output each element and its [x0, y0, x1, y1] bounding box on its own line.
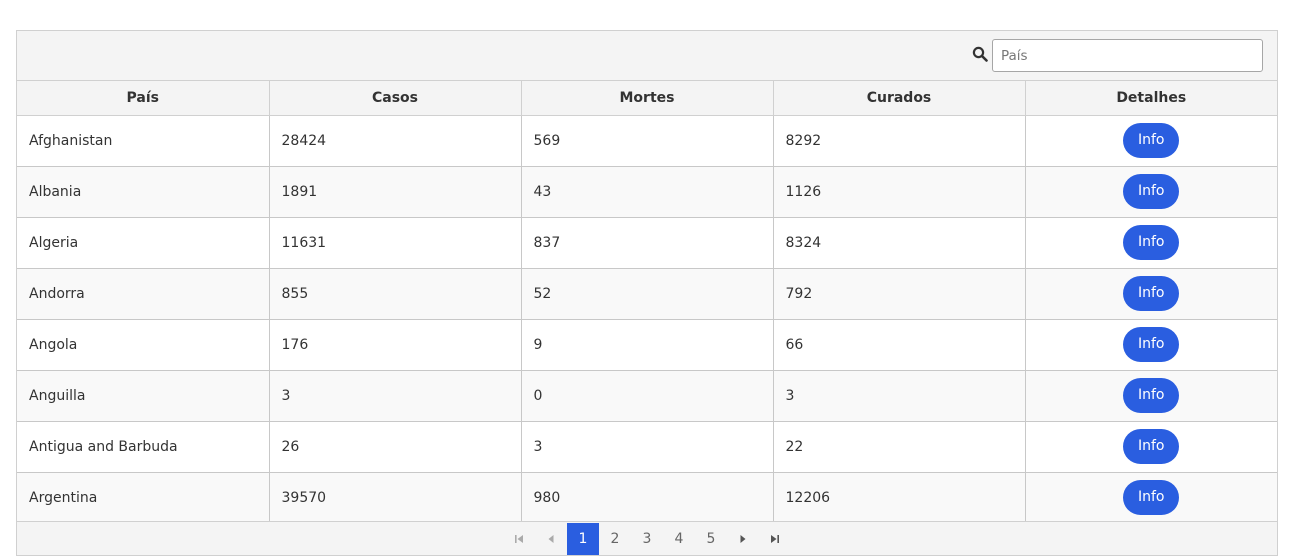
page-button-5[interactable]: 5: [695, 523, 727, 555]
table-row: Algeria 11631 837 8324 Info: [17, 217, 1277, 269]
data-table: País Casos Mortes Curados Detalhes Afgha…: [17, 81, 1277, 524]
info-button[interactable]: Info: [1123, 225, 1180, 260]
cell-country: Antigua and Barbuda: [17, 421, 270, 473]
cell-deaths: 9: [521, 319, 774, 371]
cell-deaths: 980: [521, 472, 774, 524]
table-body: Afghanistan 28424 569 8292 Info Albania 1891 43…: [17, 115, 1277, 524]
table-row: Afghanistan 28424 569 8292 Info: [17, 115, 1277, 167]
table-row: Andorra 855 52 792 Info: [17, 268, 1277, 320]
cell-deaths: 837: [521, 217, 774, 269]
info-button[interactable]: Info: [1123, 276, 1180, 311]
info-button[interactable]: Info: [1123, 327, 1180, 362]
cell-cases: 176: [269, 319, 522, 371]
prev-page-icon[interactable]: [535, 523, 567, 555]
cell-country: Argentina: [17, 472, 270, 524]
cell-deaths: 569: [521, 115, 774, 167]
column-header-cases[interactable]: Casos: [269, 81, 522, 116]
cell-deaths: 43: [521, 166, 774, 218]
countries-table: País Casos Mortes Curados Detalhes Afgha…: [16, 30, 1278, 556]
country-search-input[interactable]: [992, 39, 1263, 72]
cell-details: Info: [1025, 472, 1277, 524]
cell-cases: 28424: [269, 115, 522, 167]
column-header-recovered[interactable]: Curados: [773, 81, 1026, 116]
last-page-icon[interactable]: [759, 523, 791, 555]
cell-cases: 1891: [269, 166, 522, 218]
cell-cases: 26: [269, 421, 522, 473]
cell-country: Anguilla: [17, 370, 270, 422]
column-header-country[interactable]: País: [17, 81, 270, 116]
column-header-deaths[interactable]: Mortes: [521, 81, 774, 116]
info-button[interactable]: Info: [1123, 123, 1180, 158]
cell-country: Albania: [17, 166, 270, 218]
cell-details: Info: [1025, 268, 1277, 320]
info-button[interactable]: Info: [1123, 480, 1180, 515]
info-button[interactable]: Info: [1123, 174, 1180, 209]
cell-country: Afghanistan: [17, 115, 270, 167]
page-button-3[interactable]: 3: [631, 523, 663, 555]
page-button-1[interactable]: 1: [567, 522, 599, 555]
cell-recovered: 8324: [773, 217, 1026, 269]
cell-details: Info: [1025, 115, 1277, 167]
page-button-2[interactable]: 2: [599, 523, 631, 555]
table-row: Angola 176 9 66 Info: [17, 319, 1277, 371]
cell-country: Algeria: [17, 217, 270, 269]
search-icon: [972, 46, 988, 62]
cell-country: Angola: [17, 319, 270, 371]
table-row: Anguilla 3 0 3 Info: [17, 370, 1277, 422]
cell-recovered: 8292: [773, 115, 1026, 167]
header-row: País Casos Mortes Curados Detalhes: [17, 81, 1277, 116]
table-row: Argentina 39570 980 12206 Info: [17, 472, 1277, 524]
cell-recovered: 3: [773, 370, 1026, 422]
cell-details: Info: [1025, 370, 1277, 422]
cell-cases: 3: [269, 370, 522, 422]
cell-cases: 11631: [269, 217, 522, 269]
cell-details: Info: [1025, 166, 1277, 218]
cell-recovered: 66: [773, 319, 1026, 371]
cell-deaths: 52: [521, 268, 774, 320]
cell-deaths: 0: [521, 370, 774, 422]
cell-recovered: 22: [773, 421, 1026, 473]
first-page-icon[interactable]: [503, 523, 535, 555]
cell-details: Info: [1025, 319, 1277, 371]
table-toolbar: [17, 31, 1277, 81]
info-button[interactable]: Info: [1123, 429, 1180, 464]
cell-country: Andorra: [17, 268, 270, 320]
next-page-icon[interactable]: [727, 523, 759, 555]
cell-cases: 855: [269, 268, 522, 320]
page-button-4[interactable]: 4: [663, 523, 695, 555]
cell-recovered: 1126: [773, 166, 1026, 218]
cell-recovered: 792: [773, 268, 1026, 320]
info-button[interactable]: Info: [1123, 378, 1180, 413]
column-header-details: Detalhes: [1025, 81, 1277, 116]
cell-cases: 39570: [269, 472, 522, 524]
table-row: Antigua and Barbuda 26 3 22 Info: [17, 421, 1277, 473]
cell-deaths: 3: [521, 421, 774, 473]
paginator: 1 2 3 4 5: [17, 521, 1277, 555]
table-row: Albania 1891 43 1126 Info: [17, 166, 1277, 218]
cell-recovered: 12206: [773, 472, 1026, 524]
cell-details: Info: [1025, 421, 1277, 473]
cell-details: Info: [1025, 217, 1277, 269]
